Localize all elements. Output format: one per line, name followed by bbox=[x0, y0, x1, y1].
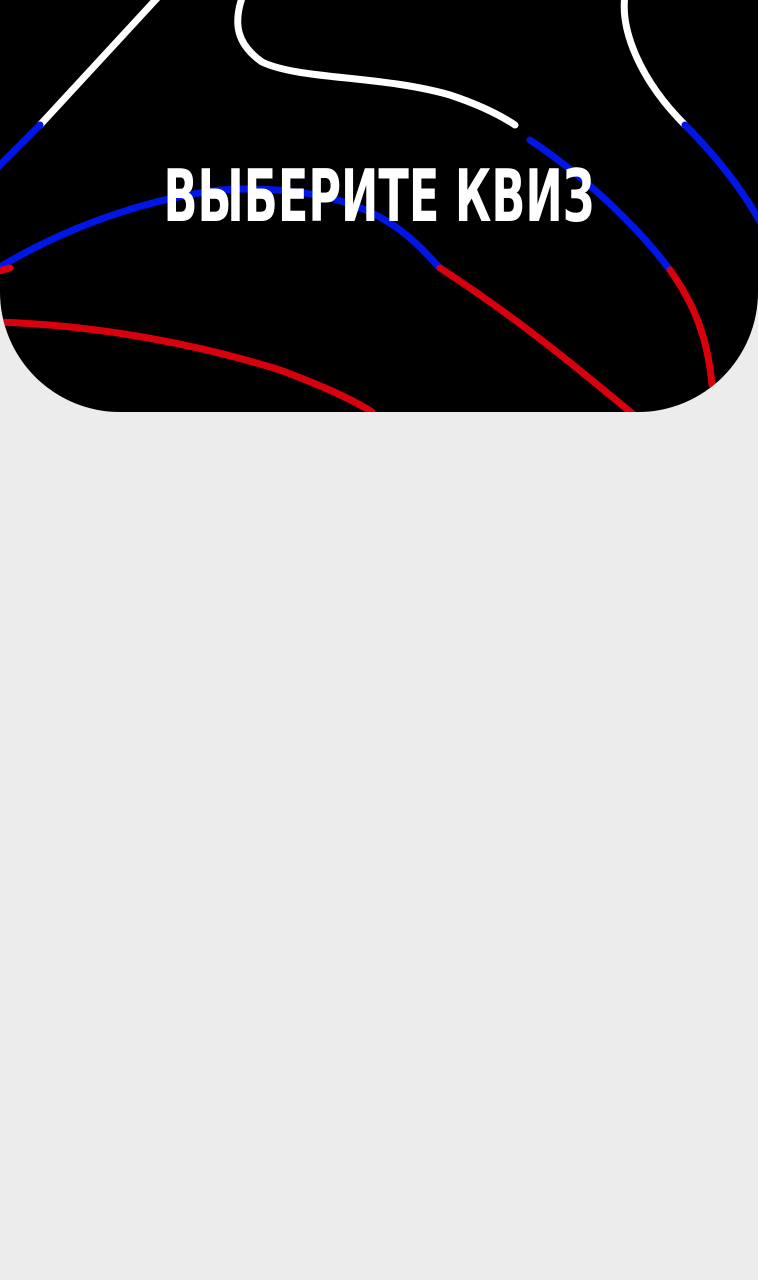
white-stripe-line bbox=[234, 0, 519, 129]
red-stripe-line bbox=[436, 264, 636, 412]
white-stripe-line bbox=[620, 0, 689, 129]
page-title: ВЫБЕРИТЕ КВИЗ bbox=[163, 154, 595, 238]
red-stripe-line bbox=[0, 264, 14, 275]
header-banner: ВЫБЕРИТЕ КВИЗ bbox=[0, 0, 758, 412]
white-stripe-line bbox=[36, 0, 161, 129]
blue-stripe-line bbox=[0, 121, 44, 170]
blue-stripe-line bbox=[681, 121, 758, 226]
red-stripe-line bbox=[0, 318, 376, 412]
quiz-list-area bbox=[0, 412, 758, 1280]
quiz-selection-screen: ВЫБЕРИТЕ КВИЗ bbox=[0, 0, 758, 1280]
red-stripe-line bbox=[666, 266, 716, 389]
